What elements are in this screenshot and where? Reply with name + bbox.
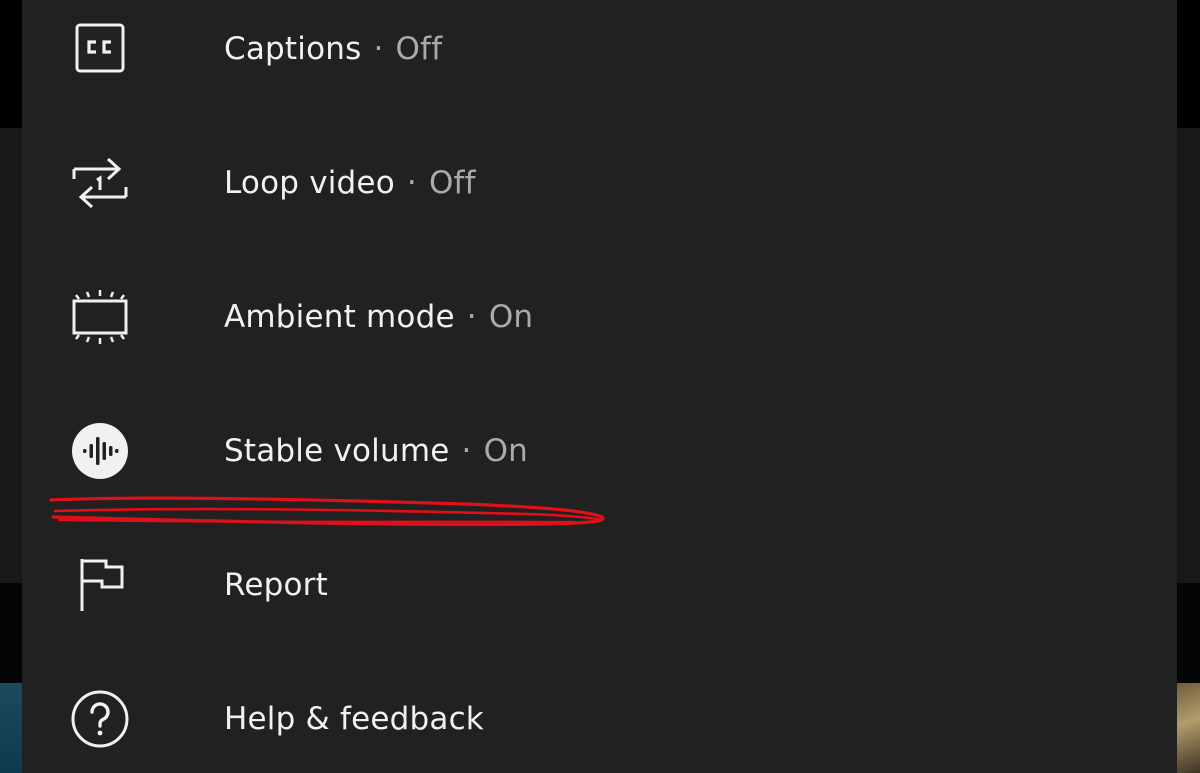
stable-volume-label: Stable volume bbox=[224, 433, 450, 469]
stable-volume-icon bbox=[70, 421, 130, 481]
loop-video-state: Off bbox=[428, 165, 476, 201]
flag-icon bbox=[70, 555, 130, 615]
ambient-mode-label: Ambient mode bbox=[224, 299, 455, 335]
screen: Captions · Off Loop video · Off Ambient … bbox=[0, 0, 1200, 773]
menu-item-loop-video[interactable]: Loop video · Off bbox=[22, 116, 1177, 250]
menu-item-help-feedback[interactable]: Help & feedback bbox=[22, 652, 1177, 773]
menu-item-stable-volume[interactable]: Stable volume · On bbox=[22, 384, 1177, 518]
loop-video-label: Loop video bbox=[224, 165, 395, 201]
ambient-mode-text: Ambient mode · On bbox=[224, 299, 533, 335]
ambient-mode-separator: · bbox=[466, 299, 477, 335]
captions-state: Off bbox=[395, 31, 443, 67]
loop-icon bbox=[70, 153, 130, 213]
captions-label: Captions bbox=[224, 31, 362, 67]
menu-item-captions[interactable]: Captions · Off bbox=[22, 0, 1177, 116]
loop-video-separator: · bbox=[406, 165, 417, 201]
stable-volume-state: On bbox=[483, 433, 529, 469]
loop-video-text: Loop video · Off bbox=[224, 165, 476, 201]
ambient-mode-icon bbox=[70, 287, 130, 347]
captions-icon bbox=[70, 19, 130, 79]
help-icon bbox=[70, 689, 130, 749]
help-feedback-text: Help & feedback bbox=[224, 701, 484, 737]
menu-item-report[interactable]: Report bbox=[22, 518, 1177, 652]
stable-volume-text: Stable volume · On bbox=[224, 433, 528, 469]
help-feedback-label: Help & feedback bbox=[224, 701, 484, 737]
menu-item-ambient-mode[interactable]: Ambient mode · On bbox=[22, 250, 1177, 384]
stable-volume-separator: · bbox=[461, 433, 472, 469]
more-options-sheet: Captions · Off Loop video · Off Ambient … bbox=[22, 0, 1177, 773]
captions-text: Captions · Off bbox=[224, 31, 442, 67]
report-text: Report bbox=[224, 567, 328, 603]
captions-separator: · bbox=[373, 31, 384, 67]
report-label: Report bbox=[224, 567, 328, 603]
ambient-mode-state: On bbox=[488, 299, 534, 335]
